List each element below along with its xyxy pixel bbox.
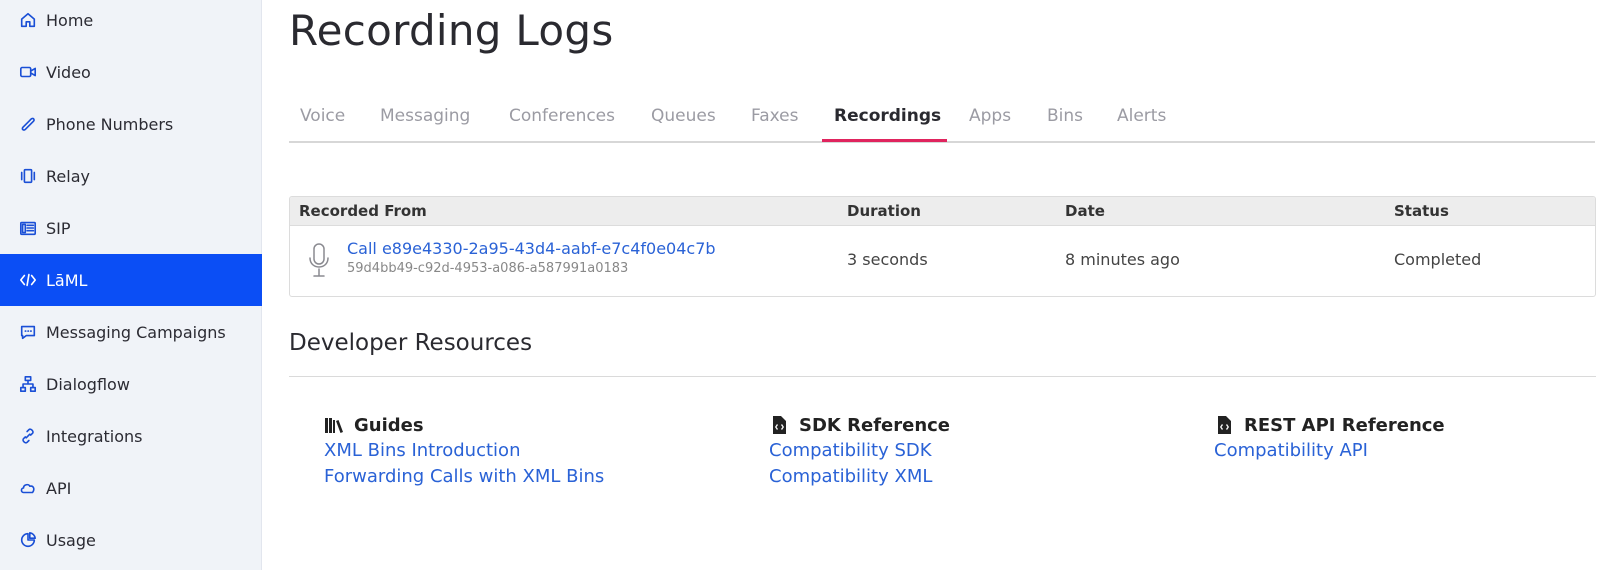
resource-heading: SDK Reference	[769, 412, 950, 438]
sidebar-item-label: LāML	[46, 270, 88, 290]
resource-heading-label: REST API Reference	[1244, 414, 1445, 436]
sidebar-item-messaging-campaigns[interactable]: Messaging Campaigns	[0, 306, 262, 358]
sidebar-item-api[interactable]: API	[0, 462, 262, 514]
call-link[interactable]: Call e89e4330-2a95-43d4-aabf-e7c4f0e04c7…	[347, 239, 716, 258]
table-header: Recorded From Duration Date Status	[290, 197, 1595, 226]
link-icon	[18, 426, 38, 446]
resource-link[interactable]: XML Bins Introduction	[324, 438, 604, 464]
tab-faxes[interactable]: Faxes	[751, 106, 799, 143]
resource-column-sdk-reference: SDK Reference Compatibility SDK Compatib…	[769, 412, 950, 490]
sidebar-item-label: Video	[46, 62, 91, 82]
pie-chart-icon	[18, 530, 38, 550]
date-cell: 8 minutes ago	[1065, 250, 1180, 269]
duration-cell: 3 seconds	[847, 250, 928, 269]
page-title: Recording Logs	[289, 6, 614, 55]
sidebar-item-dialogflow[interactable]: Dialogflow	[0, 358, 262, 410]
status-cell: Completed	[1394, 250, 1482, 269]
resource-heading: Guides	[324, 412, 604, 438]
sidebar-item-sip[interactable]: SIP	[0, 202, 262, 254]
resource-link[interactable]: Compatibility XML	[769, 464, 950, 490]
message-icon	[18, 322, 38, 342]
sidebar-item-home[interactable]: Home	[0, 0, 262, 46]
relay-icon	[18, 166, 38, 186]
column-header-status: Status	[1394, 202, 1449, 220]
resource-column-guides: Guides XML Bins Introduction Forwarding …	[324, 412, 604, 490]
phone-icon	[18, 114, 38, 134]
code-file-icon	[769, 415, 791, 435]
sidebar-item-video[interactable]: Video	[0, 46, 262, 98]
recording-sid: 59d4bb49-c92d-4953-a086-a587991a0183	[347, 261, 629, 276]
sidebar-item-label: Dialogflow	[46, 374, 130, 394]
resource-link[interactable]: Forwarding Calls with XML Bins	[324, 464, 604, 490]
tab-alerts[interactable]: Alerts	[1117, 106, 1166, 143]
sidebar-item-label: SIP	[46, 218, 71, 238]
sidebar-item-label: Messaging Campaigns	[46, 322, 226, 342]
code-file-icon	[1214, 415, 1236, 435]
sidebar-item-relay[interactable]: Relay	[0, 150, 262, 202]
sidebar-item-label: Home	[46, 10, 94, 30]
resource-heading-label: SDK Reference	[799, 414, 951, 436]
sidebar-item-phone-numbers[interactable]: Phone Numbers	[0, 98, 262, 150]
network-icon	[18, 374, 38, 394]
tab-apps[interactable]: Apps	[969, 106, 1011, 143]
sidebar-item-label: Phone Numbers	[46, 114, 174, 134]
tab-recordings[interactable]: Recordings	[834, 106, 941, 143]
tab-messaging[interactable]: Messaging	[380, 106, 470, 143]
active-tab-indicator	[822, 139, 947, 142]
sidebar-item-integrations[interactable]: Integrations	[0, 410, 262, 462]
tab-bins[interactable]: Bins	[1047, 106, 1083, 143]
code-icon	[18, 270, 38, 290]
books-icon	[324, 415, 346, 435]
tab-voice[interactable]: Voice	[300, 106, 345, 143]
sidebar-item-label: Usage	[46, 530, 96, 550]
resource-heading-label: Guides	[354, 414, 424, 436]
microphone-icon	[306, 242, 332, 278]
resource-link[interactable]: Compatibility API	[1214, 438, 1445, 464]
tab-queues[interactable]: Queues	[651, 106, 716, 143]
column-header-duration: Duration	[847, 202, 921, 220]
recordings-table: Recorded From Duration Date Status Call …	[289, 196, 1596, 297]
developer-resources-title: Developer Resources	[289, 330, 533, 356]
sidebar: Home Video Phone Numbers Relay SIP LāML …	[0, 0, 262, 570]
sidebar-item-usage[interactable]: Usage	[0, 514, 262, 566]
video-icon	[18, 62, 38, 82]
sidebar-item-label: Relay	[46, 166, 90, 186]
sip-icon	[18, 218, 38, 238]
column-header-date: Date	[1065, 202, 1105, 220]
sidebar-item-label: Integrations	[46, 426, 143, 446]
divider	[289, 376, 1596, 377]
table-row: Call e89e4330-2a95-43d4-aabf-e7c4f0e04c7…	[290, 226, 1595, 296]
log-tabs: Voice Messaging Conferences Queues Faxes…	[289, 98, 1595, 143]
resource-heading: REST API Reference	[1214, 412, 1445, 438]
sidebar-item-laml[interactable]: LāML	[0, 254, 262, 306]
resource-link[interactable]: Compatibility SDK	[769, 438, 950, 464]
cloud-icon	[18, 478, 38, 498]
resource-column-rest-api-reference: REST API Reference Compatibility API	[1214, 412, 1445, 464]
column-header-recorded-from: Recorded From	[299, 202, 427, 220]
tab-conferences[interactable]: Conferences	[509, 106, 615, 143]
home-icon	[18, 10, 38, 30]
sidebar-item-label: API	[46, 478, 72, 498]
